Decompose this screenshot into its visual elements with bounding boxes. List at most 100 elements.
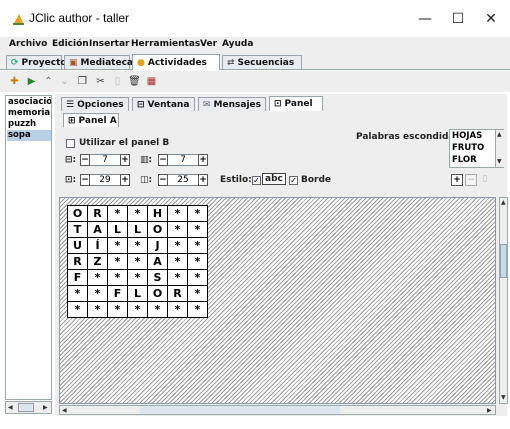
height-decrement-button[interactable]: − bbox=[158, 174, 168, 186]
scroll-up-icon[interactable]: ▲ bbox=[497, 131, 502, 138]
grid-cell[interactable]: * bbox=[87, 301, 108, 318]
columns-value[interactable]: 7 bbox=[168, 154, 198, 166]
cut-icon[interactable]: ✂ bbox=[94, 75, 107, 88]
list-item[interactable]: asociació bbox=[7, 97, 51, 108]
menu-archivo[interactable]: Archivo bbox=[9, 39, 47, 49]
remove-word-button[interactable]: − bbox=[465, 174, 477, 186]
delete-icon[interactable]: 🗑 bbox=[128, 75, 141, 88]
border-checkbox[interactable]: ✓ bbox=[289, 176, 298, 185]
grid-cell[interactable]: * bbox=[167, 253, 188, 270]
list-item[interactable]: puzzh bbox=[7, 119, 51, 130]
menu-insertar[interactable]: Insertar bbox=[89, 39, 129, 49]
list-item-selected[interactable]: sopa bbox=[7, 130, 51, 141]
grid-cell[interactable]: * bbox=[127, 237, 148, 254]
grid-cell[interactable]: * bbox=[107, 237, 128, 254]
scroll-thumb[interactable] bbox=[500, 244, 507, 278]
grid-cell[interactable]: * bbox=[187, 301, 208, 318]
play-icon[interactable]: ▶ bbox=[25, 75, 38, 88]
preview-horizontal-scrollbar[interactable]: ◀ ▶ bbox=[59, 405, 496, 415]
grid-cell[interactable]: F bbox=[107, 285, 128, 302]
grid-cell[interactable]: R bbox=[87, 205, 108, 222]
menu-ayuda[interactable]: Ayuda bbox=[222, 39, 253, 49]
scroll-down-icon[interactable]: ▼ bbox=[501, 394, 506, 401]
grid-cell[interactable]: * bbox=[107, 269, 128, 286]
grid-cell[interactable]: * bbox=[167, 237, 188, 254]
grid-cell[interactable]: * bbox=[127, 205, 148, 222]
list-item[interactable]: HOJAS bbox=[452, 131, 482, 141]
close-button[interactable]: ✕ bbox=[477, 7, 505, 31]
menu-herramientas[interactable]: Herramientas bbox=[131, 39, 200, 49]
columns-increment-button[interactable]: + bbox=[198, 154, 208, 166]
grid-cell[interactable]: * bbox=[107, 301, 128, 318]
grid-cell[interactable]: * bbox=[187, 221, 208, 238]
activity-list-scrollbar[interactable]: ◀ ▶ bbox=[5, 401, 52, 414]
grid-cell[interactable]: O bbox=[147, 221, 168, 238]
scroll-left-icon[interactable]: ◀ bbox=[62, 407, 67, 414]
grid-cell[interactable]: R bbox=[167, 285, 188, 302]
grid-cell[interactable]: R bbox=[67, 253, 88, 270]
scroll-up-icon[interactable]: ▲ bbox=[501, 199, 506, 206]
grid-cell[interactable]: S bbox=[147, 269, 168, 286]
grid-cell[interactable]: * bbox=[187, 285, 208, 302]
scroll-down-icon[interactable]: ▼ bbox=[497, 158, 502, 165]
add-word-button[interactable]: + bbox=[451, 174, 463, 186]
list-item[interactable]: memoria bbox=[7, 108, 51, 119]
tab-actividades[interactable]: ● Actividades bbox=[132, 54, 220, 70]
scroll-right-icon[interactable]: ▶ bbox=[43, 404, 48, 411]
width-increment-button[interactable]: + bbox=[120, 174, 130, 186]
paste-icon[interactable]: ▯ bbox=[111, 75, 124, 88]
grid-cell[interactable]: * bbox=[167, 205, 188, 222]
tab-panel-a[interactable]: ⊞ Panel A bbox=[63, 113, 119, 127]
grid-cell[interactable]: * bbox=[127, 269, 148, 286]
minimize-button[interactable]: — bbox=[411, 7, 439, 31]
rows-value[interactable]: 7 bbox=[90, 154, 120, 166]
cell-height-spinner[interactable]: − 25 + bbox=[158, 174, 208, 186]
tab-panel[interactable]: ⊡ Panel bbox=[269, 96, 323, 111]
grid-cell[interactable]: Í bbox=[87, 237, 108, 254]
height-value[interactable]: 25 bbox=[168, 174, 198, 186]
scroll-thumb[interactable] bbox=[140, 406, 340, 414]
grid-cell[interactable]: L bbox=[127, 221, 148, 238]
menu-edicion[interactable]: Edición bbox=[52, 39, 89, 49]
maximize-button[interactable]: ☐ bbox=[444, 7, 472, 31]
cell-width-spinner[interactable]: − 29 + bbox=[80, 174, 130, 186]
grid-cell[interactable]: * bbox=[147, 301, 168, 318]
add-activity-icon[interactable]: ✚ bbox=[8, 75, 21, 88]
scroll-thumb[interactable] bbox=[18, 403, 34, 412]
grid-cell[interactable]: * bbox=[167, 269, 188, 286]
grid-cell[interactable]: * bbox=[167, 301, 188, 318]
grid-cell[interactable]: * bbox=[187, 237, 208, 254]
grid-cell[interactable]: L bbox=[127, 285, 148, 302]
letter-grid[interactable]: O R * * H * * T A L L O * * U Í * * J * * R Z * * A * * F * * * S * * * * F L O… bbox=[67, 205, 208, 318]
columns-spinner[interactable]: − 7 + bbox=[158, 154, 208, 166]
list-item[interactable]: FLOR bbox=[452, 155, 477, 165]
grid-cell[interactable]: H bbox=[147, 205, 168, 222]
grid-cell[interactable]: L bbox=[107, 221, 128, 238]
list-item[interactable]: FRUTO bbox=[452, 143, 484, 153]
tab-mensajes[interactable]: ✉ Mensajes bbox=[198, 97, 266, 111]
copy-icon[interactable]: ❐ bbox=[76, 75, 89, 88]
rows-spinner[interactable]: − 7 + bbox=[80, 154, 130, 166]
tab-opciones[interactable]: ☰ Opciones bbox=[61, 97, 129, 111]
tab-ventana[interactable]: ⊟ Ventana bbox=[132, 97, 195, 111]
use-panel-b-checkbox[interactable] bbox=[66, 139, 75, 148]
style-sample-button[interactable]: abc bbox=[262, 173, 286, 185]
down-icon[interactable]: ⌄ bbox=[58, 75, 71, 88]
grid-cell[interactable]: * bbox=[87, 285, 108, 302]
grid-icon[interactable]: ▦ bbox=[145, 75, 158, 88]
grid-cell[interactable]: * bbox=[187, 253, 208, 270]
rows-increment-button[interactable]: + bbox=[120, 154, 130, 166]
grid-cell[interactable]: F bbox=[67, 269, 88, 286]
scroll-left-icon[interactable]: ◀ bbox=[8, 404, 13, 411]
width-decrement-button[interactable]: − bbox=[80, 174, 90, 186]
up-icon[interactable]: ⌃ bbox=[42, 75, 55, 88]
grid-cell[interactable]: * bbox=[127, 301, 148, 318]
grid-cell[interactable]: * bbox=[187, 269, 208, 286]
rows-decrement-button[interactable]: − bbox=[80, 154, 90, 166]
grid-cell[interactable]: O bbox=[67, 205, 88, 222]
hidden-words-list[interactable]: HOJAS FRUTO FLOR ▲ ▼ bbox=[449, 129, 504, 168]
grid-cell[interactable]: * bbox=[107, 253, 128, 270]
activity-list[interactable]: asociació memoria puzzh sopa bbox=[5, 95, 52, 400]
words-scrollbar[interactable]: ▲ ▼ bbox=[495, 130, 504, 167]
grid-cell[interactable]: * bbox=[67, 285, 88, 302]
